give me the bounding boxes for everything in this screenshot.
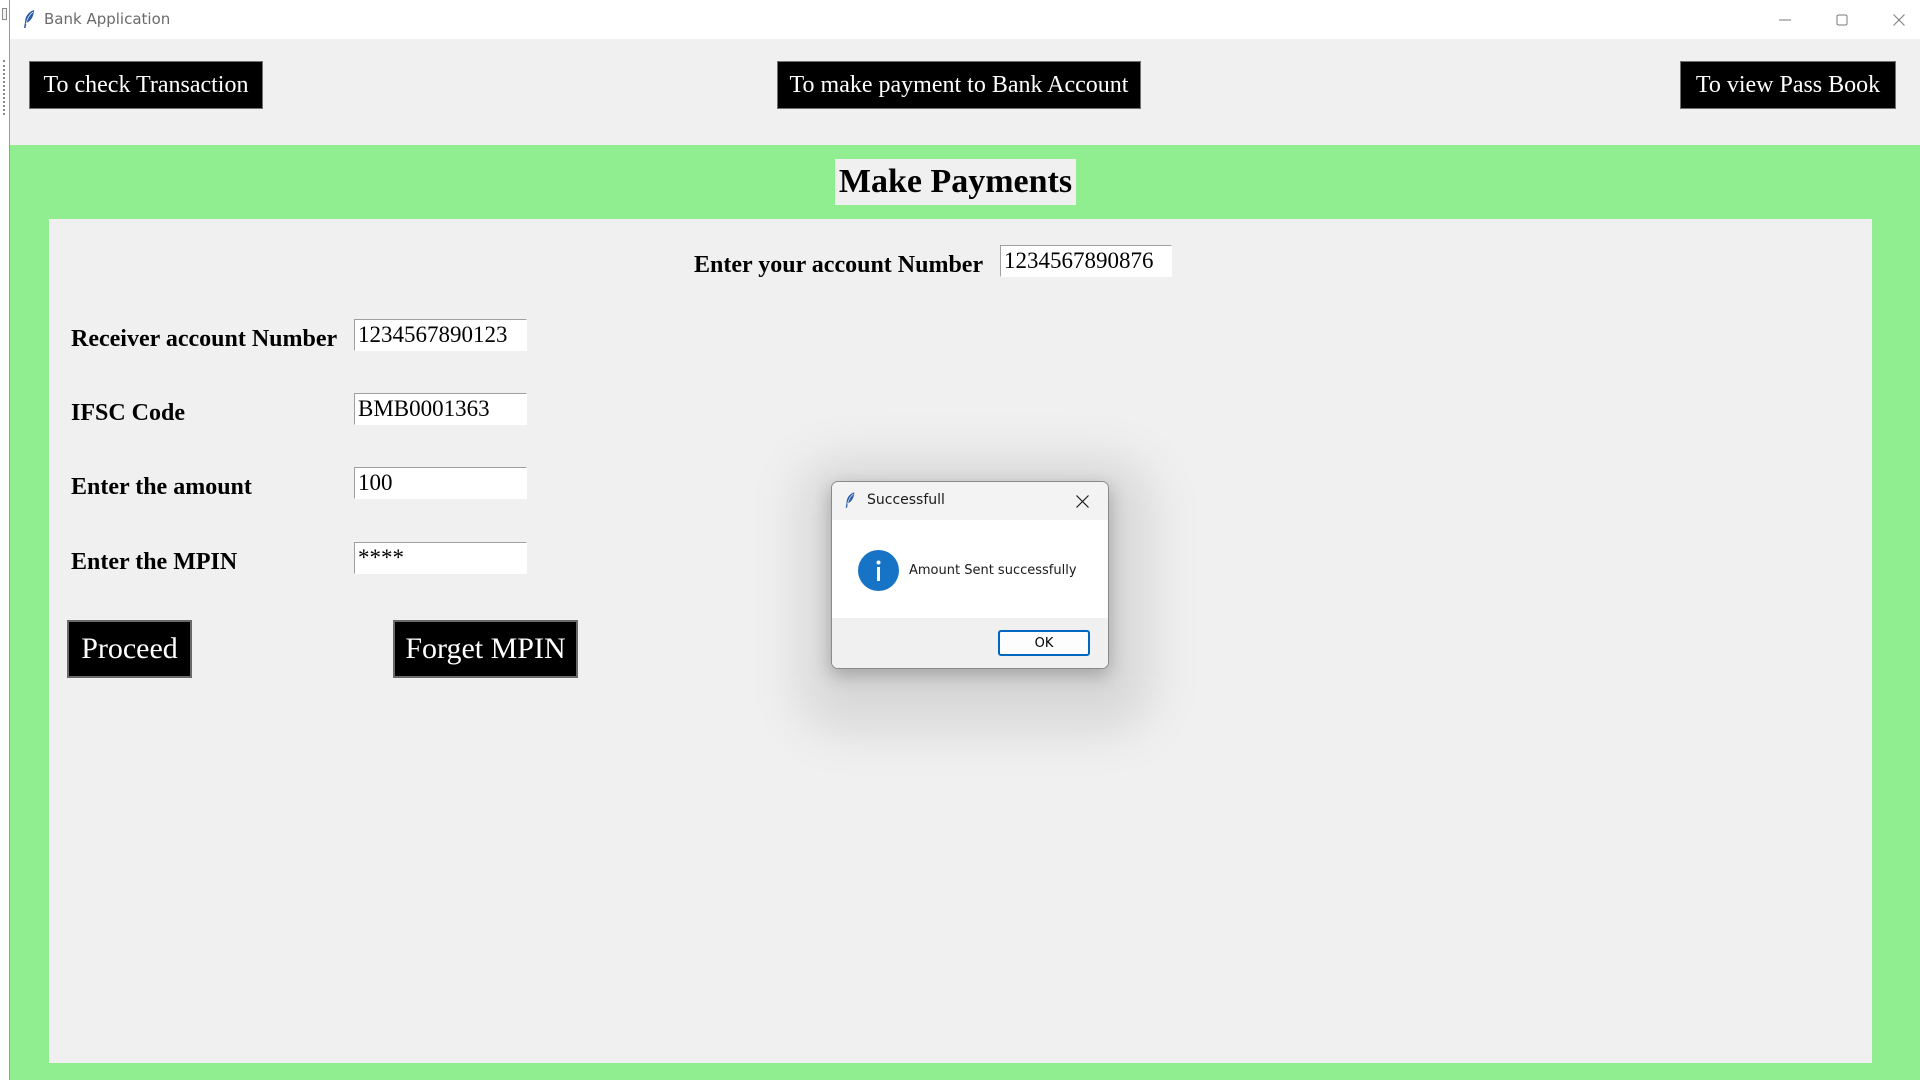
feather-icon bbox=[845, 492, 855, 508]
dialog-title: Successfull bbox=[867, 492, 945, 508]
dialog-body: Amount Sent successfully bbox=[832, 520, 1108, 618]
dialog-title-bar[interactable]: Successfull bbox=[832, 482, 1108, 520]
title-bar[interactable]: Bank Application bbox=[10, 0, 1920, 39]
info-icon bbox=[858, 550, 899, 591]
maximize-button[interactable] bbox=[1813, 0, 1870, 39]
amount-label: Enter the amount bbox=[71, 474, 252, 500]
close-icon bbox=[1075, 494, 1089, 508]
ifsc-code-input[interactable]: BMB0001363 bbox=[354, 393, 527, 425]
minimize-icon bbox=[1778, 19, 1791, 20]
maximize-icon bbox=[1836, 14, 1847, 25]
amount-input[interactable]: 100 bbox=[354, 467, 527, 499]
account-number-input[interactable]: 1234567890876 bbox=[1000, 245, 1172, 277]
view-passbook-button[interactable]: To view Pass Book bbox=[1680, 61, 1896, 109]
ok-button[interactable]: OK bbox=[998, 630, 1090, 656]
close-icon bbox=[1892, 13, 1905, 26]
forget-mpin-button[interactable]: Forget MPIN bbox=[393, 620, 578, 678]
check-transaction-button[interactable]: To check Transaction bbox=[29, 61, 263, 109]
mpin-label: Enter the MPIN bbox=[71, 549, 238, 575]
dialog-close-button[interactable] bbox=[1072, 491, 1092, 511]
success-dialog: Successfull Amount Sent successfully OK bbox=[831, 481, 1109, 669]
page-title: Make Payments bbox=[835, 159, 1076, 205]
dialog-footer: OK bbox=[832, 618, 1108, 668]
feather-icon bbox=[24, 10, 34, 28]
background-window-grip bbox=[3, 60, 6, 115]
minimize-button[interactable] bbox=[1756, 0, 1813, 39]
close-button[interactable] bbox=[1870, 0, 1920, 39]
receiver-account-input[interactable]: 1234567890123 bbox=[354, 319, 527, 351]
account-number-label: Enter your account Number bbox=[694, 252, 984, 278]
window-title: Bank Application bbox=[44, 10, 171, 28]
mpin-input[interactable]: **** bbox=[354, 542, 527, 574]
navigation-bar: To check Transaction To make payment to … bbox=[10, 39, 1920, 145]
receiver-account-label: Receiver account Number bbox=[71, 326, 338, 352]
background-window-notch bbox=[2, 8, 7, 20]
proceed-button[interactable]: Proceed bbox=[67, 620, 192, 678]
info-glyph-icon bbox=[876, 560, 881, 581]
ifsc-code-label: IFSC Code bbox=[71, 400, 186, 426]
make-payment-button[interactable]: To make payment to Bank Account bbox=[777, 61, 1141, 109]
dialog-message: Amount Sent successfully bbox=[909, 563, 1077, 578]
background-window-edge bbox=[0, 0, 10, 1080]
